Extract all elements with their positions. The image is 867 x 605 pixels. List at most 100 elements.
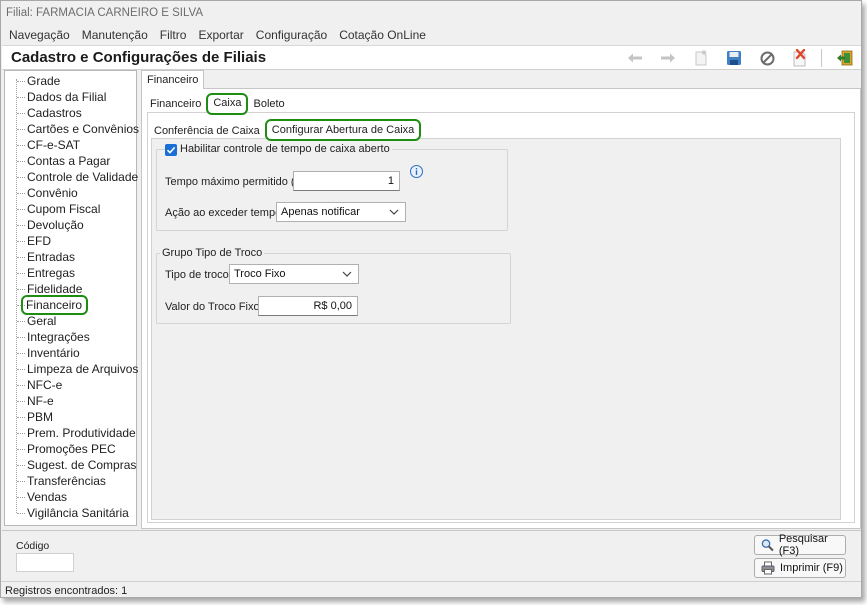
tabs-level2: Financeiro Caixa Boleto <box>147 93 292 115</box>
menu-filtro[interactable]: Filtro <box>156 25 191 45</box>
sidebar-item-cartoes-e-convenios[interactable]: Cartões e Convênios <box>17 121 140 137</box>
tab-conferencia-de-caixa[interactable]: Conferência de Caixa <box>151 121 263 139</box>
tabs-level3: Conferência de Caixa Configurar Abertura… <box>151 117 423 141</box>
menu-exportar[interactable]: Exportar <box>194 25 247 45</box>
tipo-troco-select[interactable]: Troco Fixo <box>229 264 359 284</box>
sidebar-item-grade[interactable]: Grade <box>17 73 61 89</box>
sidebar-item-label: Grade <box>27 74 61 88</box>
page-header: Cadastro e Configurações de Filiais <box>2 45 861 70</box>
sidebar-item-prem-produtividade[interactable]: Prem. Produtividade <box>17 425 137 441</box>
save-icon[interactable] <box>723 48 745 68</box>
sidebar-item-controle-de-validade[interactable]: Controle de Validade <box>17 169 139 185</box>
sidebar-item-label: Entregas <box>27 266 76 280</box>
sidebar-item-label: Controle de Validade <box>27 170 139 184</box>
sidebar-item-cf-e-sat[interactable]: CF-e-SAT <box>17 137 81 153</box>
sidebar-item-convenio[interactable]: Convênio <box>17 185 79 201</box>
sidebar-item-vigilancia-sanitaria[interactable]: Vigilância Sanitária <box>17 505 130 521</box>
tipo-troco-value: Troco Fixo <box>234 268 286 280</box>
codigo-input[interactable] <box>16 553 74 572</box>
arrow-left-icon[interactable] <box>624 48 646 68</box>
valor-troco-input[interactable]: R$ 0,00 <box>258 296 358 316</box>
imprimir-label: Imprimir (F9) <box>780 562 843 574</box>
sidebar-item-label: Cartões e Convênios <box>27 122 140 136</box>
tempo-maximo-label: Tempo máximo permitido (h): <box>165 176 308 188</box>
sidebar-item-label: Promoções PEC <box>27 442 116 456</box>
sidebar-item-sugest-de-compras[interactable]: Sugest. de Compras <box>17 457 137 473</box>
acao-exceder-label: Ação ao exceder tempo: <box>165 207 285 219</box>
toolbar-separator <box>821 49 822 67</box>
tab-financeiro-outer[interactable]: Financeiro <box>141 70 205 89</box>
pesquisar-button[interactable]: Pesquisar (F3) <box>754 533 846 557</box>
sidebar-item-label: Fidelidade <box>27 282 83 296</box>
sidebar-item-dados-da-filial[interactable]: Dados da Filial <box>17 89 107 105</box>
sidebar-item-fidelidade[interactable]: Fidelidade <box>17 281 83 297</box>
grupo-tipo-troco-legend: Grupo Tipo de Troco <box>160 247 265 259</box>
tab-boleto[interactable]: Boleto <box>250 95 287 113</box>
new-record-icon[interactable] <box>690 48 712 68</box>
sidebar-item-label: Convênio <box>27 186 78 200</box>
sidebar-item-devolucao[interactable]: Devolução <box>17 217 85 233</box>
codigo-label: Código <box>16 540 50 552</box>
menu-bar: Navegação Manutenção Filtro Exportar Con… <box>1 25 861 45</box>
sidebar-item-label: Devolução <box>27 218 84 232</box>
menu-navegacao[interactable]: Navegação <box>5 25 74 45</box>
sidebar-item-label: Geral <box>27 314 57 328</box>
sidebar-item-entregas[interactable]: Entregas <box>17 265 76 281</box>
sidebar-item-label: Vigilância Sanitária <box>27 506 129 520</box>
tab-caixa[interactable]: Caixa <box>206 93 249 115</box>
imprimir-button[interactable]: Imprimir (F9) <box>754 558 846 578</box>
habilitar-controle-checkbox[interactable] <box>165 144 177 156</box>
acao-exceder-select[interactable]: Apenas notificar <box>276 202 406 222</box>
sidebar-item-vendas[interactable]: Vendas <box>17 489 68 505</box>
arrow-right-icon[interactable] <box>657 48 679 68</box>
sidebar-item-label: Integrações <box>27 330 90 344</box>
sidebar-item-entradas[interactable]: Entradas <box>17 249 76 265</box>
tipo-troco-label: Tipo de troco: <box>165 269 232 281</box>
sidebar-item-pbm[interactable]: PBM <box>17 409 54 425</box>
info-icon[interactable] <box>410 165 423 178</box>
sidebar-item-integracoes[interactable]: Integrações <box>17 329 91 345</box>
cancel-icon[interactable] <box>756 48 778 68</box>
status-bar: Registros encontrados: 1 <box>1 581 861 597</box>
window-title: Filial: FARMACIA CARNEIRO E SILVA <box>1 1 861 25</box>
sidebar-item-cadastros[interactable]: Cadastros <box>17 105 83 121</box>
valor-troco-label: Valor do Troco Fixo: <box>165 301 263 313</box>
exit-icon[interactable] <box>833 48 855 68</box>
sidebar-item-geral[interactable]: Geral <box>17 313 57 329</box>
sidebar-item-label: NFC-e <box>27 378 63 392</box>
sidebar-item-label: Dados da Filial <box>27 90 107 104</box>
sidebar-item-limpeza-de-arquivos[interactable]: Limpeza de Arquivos <box>17 361 139 377</box>
sidebar-item-transferencias[interactable]: Transferências <box>17 473 107 489</box>
toolbar <box>613 48 855 68</box>
menu-configuracao[interactable]: Configuração <box>252 25 331 45</box>
sidebar-item-label: Cupom Fiscal <box>27 202 101 216</box>
sidebar-item-label: Inventário <box>27 346 80 360</box>
sidebar-item-label: Prem. Produtividade <box>27 426 136 440</box>
pesquisar-label: Pesquisar (F3) <box>778 533 828 557</box>
search-icon <box>761 539 774 552</box>
tempo-maximo-input[interactable]: 1 <box>293 171 400 191</box>
sidebar-item-label: NF-e <box>27 394 54 408</box>
tab-configurar-abertura-de-caixa[interactable]: Configurar Abertura de Caixa <box>264 119 422 141</box>
acao-exceder-value: Apenas notificar <box>281 206 360 218</box>
tab-financeiro[interactable]: Financeiro <box>147 95 204 113</box>
sidebar-item-efd[interactable]: EFD <box>17 233 52 249</box>
printer-icon <box>761 561 775 575</box>
chevron-down-icon <box>342 271 352 277</box>
delete-icon[interactable] <box>789 48 811 68</box>
sidebar-item-label: EFD <box>27 234 51 248</box>
sidebar-item-label: CF-e-SAT <box>27 138 81 152</box>
sidebar-item-contas-a-pagar[interactable]: Contas a Pagar <box>17 153 111 169</box>
menu-manutencao[interactable]: Manutenção <box>78 25 152 45</box>
sidebar-item-nf-e[interactable]: NF-e <box>17 393 55 409</box>
sidebar-item-cupom-fiscal[interactable]: Cupom Fiscal <box>17 201 101 217</box>
sidebar-item-inventario[interactable]: Inventário <box>17 345 81 361</box>
sidebar-item-financeiro[interactable]: Financeiro <box>17 295 89 315</box>
sidebar-item-nfc-e[interactable]: NFC-e <box>17 377 63 393</box>
bottom-search-area: Código Pesquisar (F3) Imprimir (F9) <box>2 530 861 580</box>
outer-tab-strip: Financeiro <box>141 70 861 89</box>
sidebar-item-label: Contas a Pagar <box>27 154 111 168</box>
menu-cotacao-online[interactable]: Cotação OnLine <box>335 25 430 45</box>
sidebar-item-promocoes-pec[interactable]: Promoções PEC <box>17 441 117 457</box>
sidebar-tree: Grade Dados da Filial Cadastros Cartões … <box>4 70 140 526</box>
